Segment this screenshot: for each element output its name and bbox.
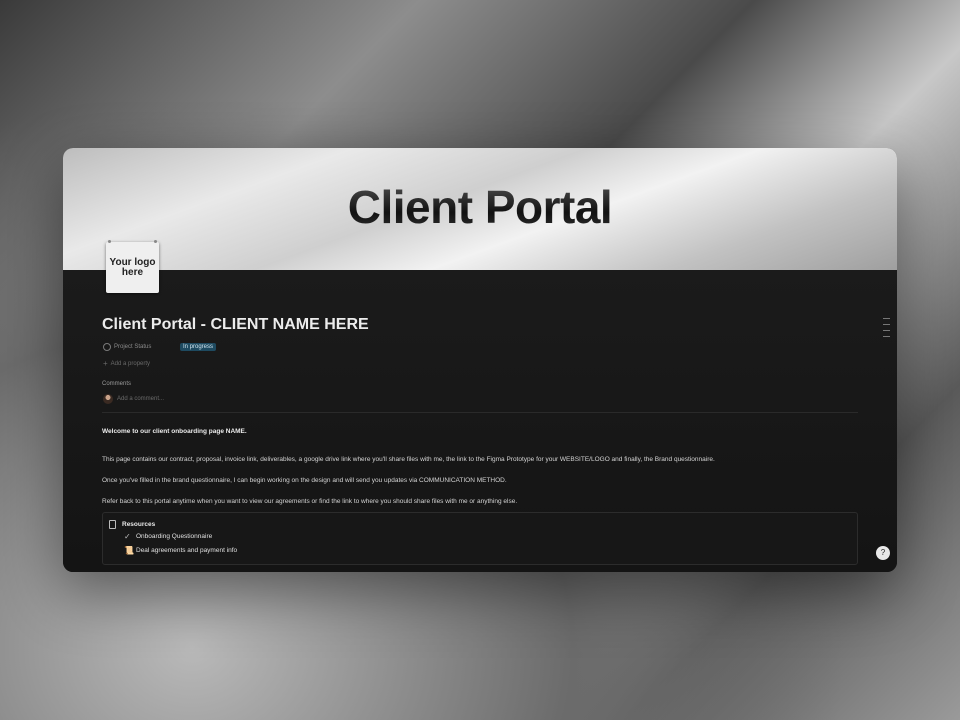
plus-icon: + [103,359,108,368]
pin-icon [108,240,111,243]
comments-label: Comments [102,381,132,387]
property-project-status[interactable]: Project Status In progress [103,342,217,352]
pin-icon [154,240,157,243]
resource-label: Deal agreements and payment info [136,547,238,554]
resources-block: Resources ✓ Onboarding Questionnaire 📜 D… [102,512,858,565]
document-icon [109,520,116,529]
resource-link-agreements[interactable]: 📜 Deal agreements and payment info [124,546,237,555]
logo-text: Your logo here [109,256,156,278]
property-label: Project Status [114,344,152,350]
cover-title: Client Portal [63,180,897,234]
app-window: Client Portal Client Portal - CLIENT NAM… [63,148,897,572]
resources-header[interactable]: Resources [109,520,155,529]
check-icon: ✓ [124,532,131,541]
welcome-paragraph: Welcome to our client onboarding page NA… [102,428,247,435]
process-paragraph: Once you've filled in the brand question… [102,477,507,484]
status-icon [103,343,111,351]
divider [102,412,858,413]
table-of-contents[interactable] [883,318,890,342]
avatar [103,394,113,404]
add-property-button[interactable]: + Add a property [103,359,150,368]
resource-link-onboarding[interactable]: ✓ Onboarding Questionnaire [124,532,212,541]
comment-input[interactable]: Add a comment... [117,396,164,402]
scroll-icon: 📜 [124,546,134,555]
page-title[interactable]: Client Portal - CLIENT NAME HERE [102,316,369,334]
status-badge[interactable]: In progress [180,343,217,351]
resources-title: Resources [122,521,156,528]
page-body: Client Portal - CLIENT NAME HERE Project… [63,270,897,572]
comment-row[interactable]: Add a comment... [103,394,164,404]
resource-label: Onboarding Questionnaire [136,533,213,540]
refer-paragraph: Refer back to this portal anytime when y… [102,498,518,505]
help-button[interactable]: ? [876,546,890,560]
cover-banner: Client Portal [63,148,897,270]
logo-placeholder: Your logo here [106,240,159,293]
add-property-label: Add a property [110,360,151,367]
intro-paragraph: This page contains our contract, proposa… [102,456,715,463]
